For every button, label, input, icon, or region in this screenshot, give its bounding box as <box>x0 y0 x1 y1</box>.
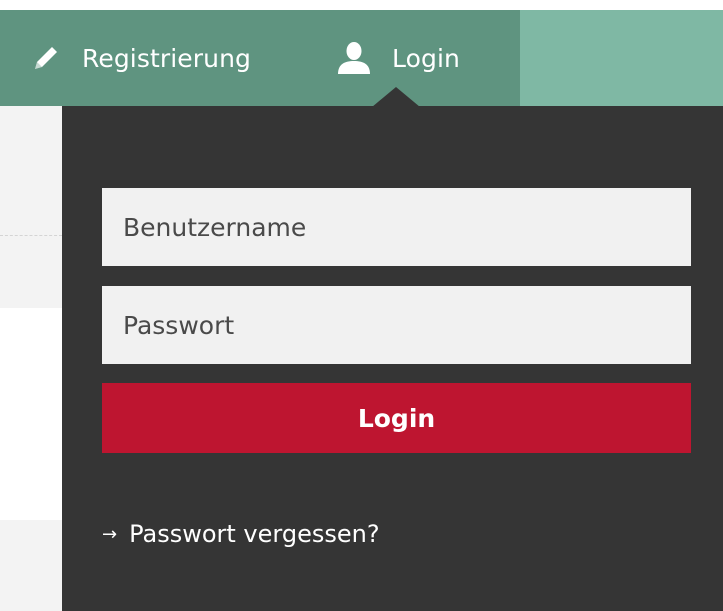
login-button[interactable]: Login <box>102 383 691 453</box>
top-strip <box>0 0 723 10</box>
forgot-password-link[interactable]: → Passwort vergessen? <box>102 516 380 552</box>
nav-register-link[interactable]: Registrierung <box>30 10 251 106</box>
nav-login-label: Login <box>392 43 460 73</box>
password-input[interactable] <box>102 286 691 364</box>
page-background-panel <box>0 106 62 236</box>
user-icon <box>336 40 372 76</box>
page-background-panel <box>0 236 62 308</box>
username-input[interactable] <box>102 188 691 266</box>
pencil-icon <box>30 42 62 74</box>
page-background-panel <box>0 520 62 611</box>
dropdown-caret <box>372 87 420 107</box>
arrow-right-icon: → <box>102 523 118 545</box>
forgot-password-label: Passwort vergessen? <box>129 520 380 548</box>
nav-register-label: Registrierung <box>82 43 252 73</box>
